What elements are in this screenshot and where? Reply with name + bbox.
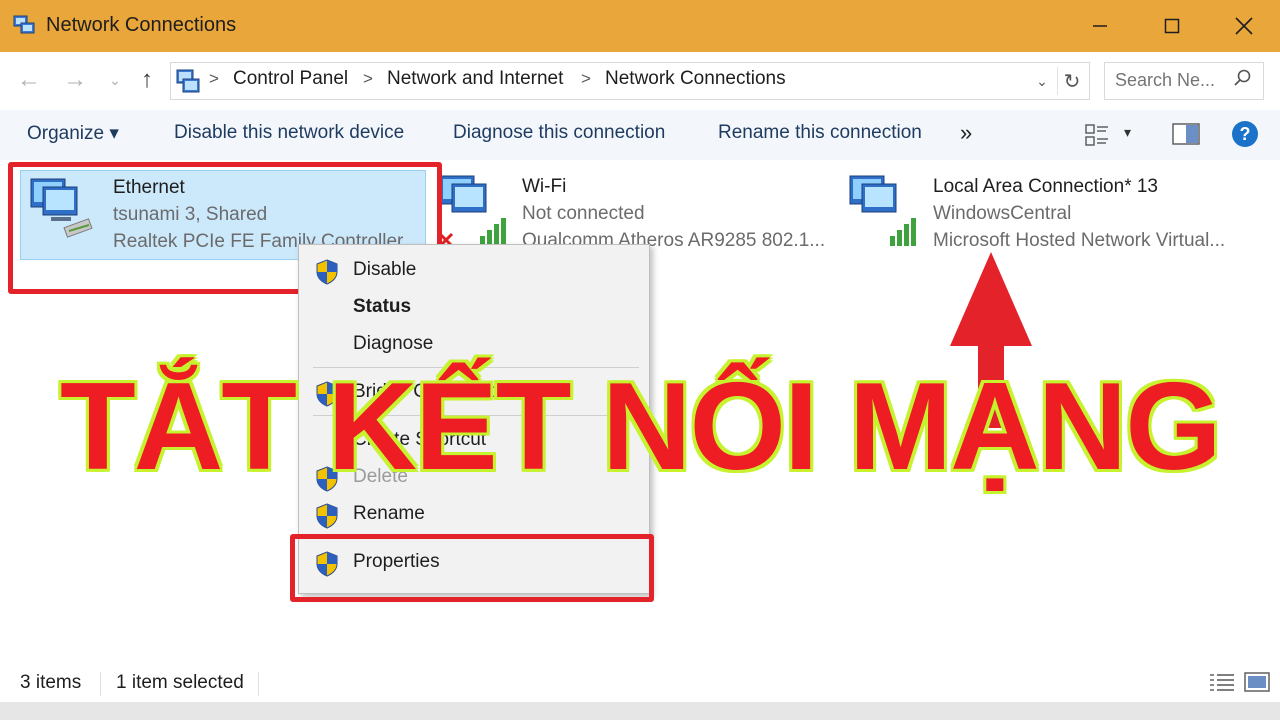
chevron-down-icon: ⌄ xyxy=(1036,72,1048,89)
status-divider xyxy=(100,672,101,696)
minimize-button[interactable] xyxy=(1064,0,1136,52)
view-options-dropdown[interactable]: ▾ xyxy=(1124,124,1131,141)
menu-item-label: Diagnose xyxy=(353,333,434,354)
selection-count: 1 item selected xyxy=(116,672,244,693)
details-view-icon[interactable] xyxy=(1208,670,1236,694)
close-button[interactable] xyxy=(1208,0,1280,52)
breadcrumb-separator[interactable]: > xyxy=(363,69,373,89)
close-icon xyxy=(1235,17,1253,35)
change-view-icon[interactable] xyxy=(1084,122,1110,148)
search-input[interactable] xyxy=(1115,67,1225,93)
rename-connection-button[interactable]: Rename this connection xyxy=(718,122,922,144)
highlight-box-properties xyxy=(290,534,654,602)
forward-button[interactable]: → xyxy=(60,52,90,108)
menu-item-status[interactable]: Status xyxy=(299,290,649,326)
preview-pane-icon[interactable] xyxy=(1172,122,1200,146)
connection-status: WindowsCentral xyxy=(933,203,1072,224)
more-commands-button[interactable]: » xyxy=(960,120,972,146)
address-history-dropdown[interactable]: ⌄ xyxy=(1029,67,1055,95)
title-bar[interactable]: Network Connections xyxy=(0,0,1280,52)
help-button[interactable]: ? xyxy=(1232,121,1258,147)
search-box[interactable] xyxy=(1104,62,1264,100)
wifi-adapter-icon xyxy=(438,175,506,248)
back-button[interactable]: ← xyxy=(14,52,44,108)
connection-status: Not connected xyxy=(522,203,645,224)
menu-item-label: Status xyxy=(353,296,412,317)
disable-network-device-button[interactable]: Disable this network device xyxy=(174,122,404,144)
network-connections-app-icon xyxy=(13,15,35,34)
window-bottom-edge xyxy=(0,702,1280,720)
menu-item-disable[interactable]: Disable xyxy=(299,253,649,289)
maximize-button[interactable] xyxy=(1136,0,1208,52)
window-title: Network Connections xyxy=(46,14,237,36)
menu-item-label: Disable xyxy=(353,259,417,280)
hosted-network-adapter-icon xyxy=(849,175,916,246)
connection-name: Wi-Fi xyxy=(522,176,567,197)
breadcrumb-separator[interactable]: > xyxy=(581,69,591,89)
control-panel-icon xyxy=(176,69,200,93)
help-icon: ? xyxy=(1239,123,1251,144)
breadcrumb-control-panel[interactable]: Control Panel xyxy=(233,68,348,90)
menu-item-label: Rename xyxy=(353,503,425,524)
up-button[interactable]: ↑ xyxy=(132,52,162,108)
refresh-button[interactable]: ↻ xyxy=(1057,67,1086,95)
connection-device: Microsoft Hosted Network Virtual... xyxy=(933,230,1226,251)
chevron-down-icon: ⌄ xyxy=(109,71,121,88)
minimize-icon xyxy=(1093,25,1107,27)
connection-name: Local Area Connection* 13 xyxy=(933,176,1158,197)
menu-item-rename[interactable]: Rename xyxy=(299,497,649,533)
diagnose-connection-button[interactable]: Diagnose this connection xyxy=(453,122,665,144)
refresh-icon: ↻ xyxy=(1063,70,1081,93)
recent-locations-button[interactable]: ⌄ xyxy=(104,52,126,108)
address-bar[interactable]: > Control Panel > Network and Internet >… xyxy=(170,62,1090,100)
up-arrow-icon: ↑ xyxy=(141,66,153,93)
overlay-headline: TẮT KẾT NỐI MẠNG xyxy=(60,358,1222,496)
organize-button[interactable]: Organize ▾ xyxy=(27,122,119,145)
address-row: ← → ⌄ ↑ > Control Panel > Network and In… xyxy=(0,52,1280,108)
uac-shield-icon xyxy=(316,259,338,285)
connection-item-local-area-connection-13[interactable]: Local Area Connection* 13 WindowsCentral… xyxy=(846,170,1266,262)
status-bar: 3 items 1 item selected xyxy=(0,664,1280,702)
breadcrumb-network-and-internet[interactable]: Network and Internet xyxy=(387,68,563,90)
large-icons-view-icon[interactable] xyxy=(1244,670,1270,694)
breadcrumb-separator: > xyxy=(209,69,219,88)
command-bar: Organize ▾ Disable this network device D… xyxy=(0,110,1280,160)
item-count: 3 items xyxy=(20,672,82,693)
status-divider xyxy=(258,672,259,696)
back-arrow-icon: ← xyxy=(17,66,41,93)
forward-arrow-icon: → xyxy=(63,66,87,93)
search-icon xyxy=(1234,69,1251,86)
uac-shield-icon xyxy=(316,503,338,529)
maximize-icon xyxy=(1164,18,1180,34)
breadcrumb-network-connections[interactable]: Network Connections xyxy=(605,68,786,90)
